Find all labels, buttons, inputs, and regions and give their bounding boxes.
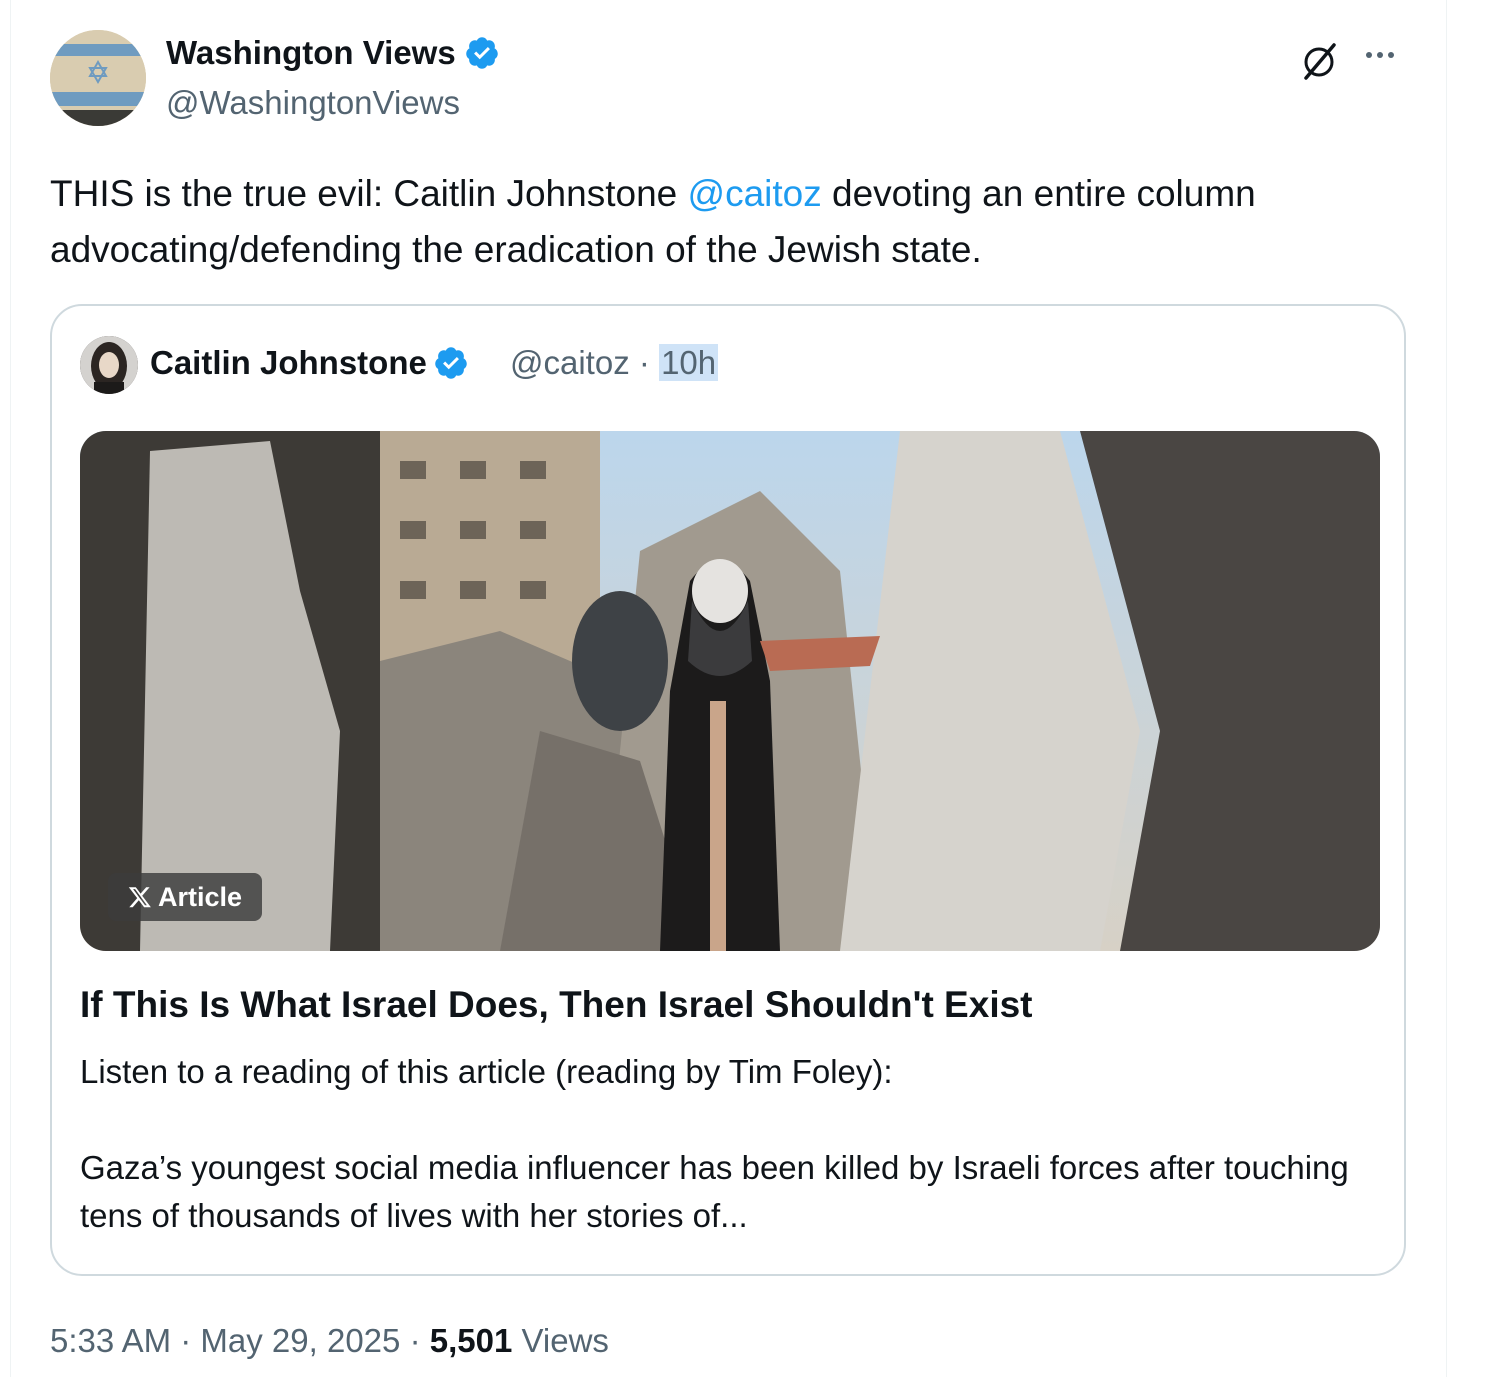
author-avatar[interactable] xyxy=(50,30,146,126)
timeline-right-border xyxy=(1446,0,1447,1377)
article-cover-image[interactable]: Article xyxy=(80,431,1380,951)
summary-line: Gaza’s youngest social media influencer … xyxy=(80,1149,1349,1234)
mention-link[interactable]: @caitoz xyxy=(688,173,822,214)
footer-separator: · xyxy=(409,1322,421,1359)
post-date[interactable]: May 29, 2025 xyxy=(200,1322,400,1359)
more-dot xyxy=(1377,52,1383,58)
more-options-icon[interactable] xyxy=(1366,40,1408,70)
quoted-post-card[interactable]: Caitlin Johnstone @caitoz · 10h Article … xyxy=(50,304,1406,1276)
quoted-author-name-row[interactable]: Caitlin Johnstone xyxy=(150,344,469,382)
more-dot xyxy=(1366,52,1372,58)
x-article-badge: Article xyxy=(108,873,263,921)
summary-spacer xyxy=(80,1096,1380,1144)
post-time[interactable]: 5:33 AM xyxy=(50,1322,171,1359)
grok-icon[interactable] xyxy=(1298,40,1340,82)
quoted-avatar-image xyxy=(80,336,138,394)
x-logo-icon xyxy=(128,887,151,908)
avatar-flag-image xyxy=(50,30,146,126)
meta-separator: · xyxy=(638,344,650,381)
quoted-author-avatar[interactable] xyxy=(80,336,138,394)
quoted-meta: @caitoz · 10h xyxy=(510,344,719,382)
quoted-author-name[interactable]: Caitlin Johnstone xyxy=(150,344,427,382)
quoted-timestamp[interactable]: 10h xyxy=(659,344,719,381)
author-name-row[interactable]: Washington Views xyxy=(166,34,500,72)
timeline-left-border xyxy=(10,0,11,1377)
more-dot xyxy=(1388,52,1394,58)
verified-badge-icon xyxy=(435,347,467,379)
quoted-handle[interactable]: @caitoz xyxy=(510,344,630,381)
article-title[interactable]: If This Is What Israel Does, Then Israel… xyxy=(80,984,1033,1026)
verified-badge-icon xyxy=(465,37,498,69)
views-label: Views xyxy=(521,1322,609,1359)
article-badge-label: Article xyxy=(158,881,243,912)
views-count: 5,501 xyxy=(429,1322,513,1359)
post-footer: 5:33 AM · May 29, 2025 · 5,501 Views xyxy=(50,1322,609,1360)
article-summary: Listen to a reading of this article (rea… xyxy=(80,1048,1380,1240)
rubble-photo xyxy=(80,431,1380,951)
tweet-text: THIS is the true evil: Caitlin Johnstone… xyxy=(50,166,1430,278)
footer-separator: · xyxy=(180,1322,192,1359)
author-handle[interactable]: @WashingtonViews xyxy=(166,84,460,122)
author-name[interactable]: Washington Views xyxy=(166,34,456,72)
tweet-text-part: THIS is the true evil: Caitlin Johnstone xyxy=(50,173,688,214)
summary-line: Listen to a reading of this article (rea… xyxy=(80,1053,893,1090)
